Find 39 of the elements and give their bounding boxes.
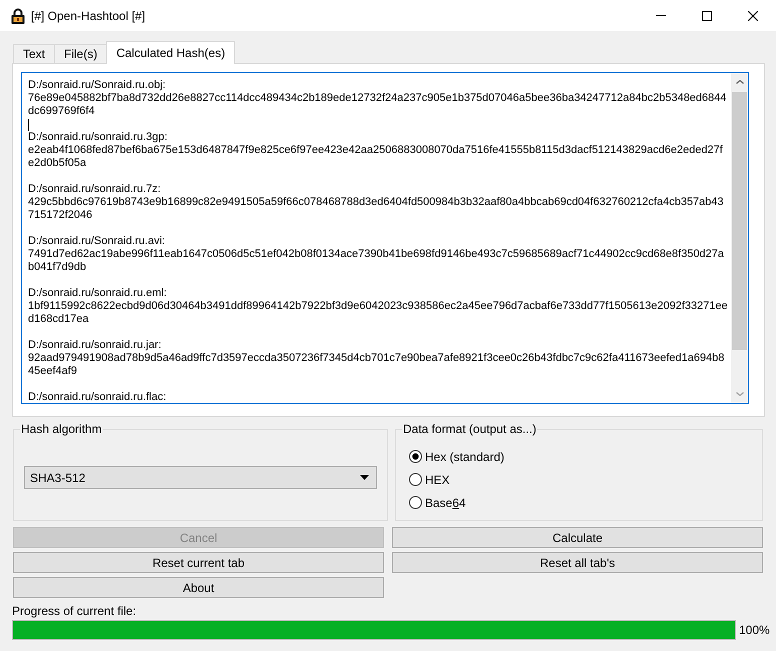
- radio-button[interactable]: [409, 473, 422, 486]
- maximize-icon[interactable]: [702, 10, 712, 20]
- scrollbar-thumb[interactable]: [732, 92, 747, 350]
- hash-value: 92aad979491908ad78b9d5a46ad9ffc7d3597eccda3507236f7345d4cb701c7e90bea7afe8921f3cee0c26b43fdbc7c9c62fa411673eefed1a694b845eef4af9: [28, 352, 726, 378]
- about-button[interactable]: About: [13, 577, 384, 598]
- file-path: D:/sonraid.ru/sonraid.ru.jar:: [28, 339, 162, 352]
- radio-label[interactable]: Hex (standard): [425, 450, 504, 464]
- hash-algorithm-dropdown[interactable]: SHA3-512: [24, 466, 377, 489]
- progress-reading: 100%: [739, 623, 770, 637]
- scroll-up-icon[interactable]: [736, 80, 744, 84]
- hash-value: e2eab4f1068fed87bef6ba675e153d6487847f9e825ce6f97ee423e42aa2506883008070da7516fe41555b8115d3dacf512143829acd6e2eded27fe2d0b5f05a: [28, 144, 724, 170]
- hash-value: 7491d7ed62ac19abe996f11eab1647c0506d5c51ef042b08f0134ace7390b41be698fd9146be493c7c59685689acf71c44902cc9cd68e8f350d27ab041f7d9db: [28, 248, 725, 274]
- window-title: [#] Open-Hashtool [#]: [31, 8, 146, 22]
- calculate-button[interactable]: Calculate: [392, 527, 763, 548]
- file-path: D:/sonraid.ru/sonraid.ru.flac:: [28, 391, 168, 403]
- reset-all-button[interactable]: Reset all tab's: [392, 552, 763, 573]
- scrollbar[interactable]: [731, 73, 748, 403]
- padlock-icon: [10, 8, 26, 24]
- hash-value: 429c5bbd6c97619b8743e9b16899c82e9491505a59f66c078468788d3ed6404fd500984b3b32aaf80a4bbcab69cd04f632760212cfa4cb357ab43715172f2046: [28, 196, 725, 222]
- group-title: Hash algorithm: [20, 422, 103, 436]
- file-path: D:/sonraid.ru/sonraid.ru.3gp:: [28, 131, 168, 144]
- close-icon[interactable]: [748, 10, 758, 20]
- file-path: D:/sonraid.ru/Sonraid.ru.obj:: [28, 79, 167, 92]
- hash-value: 1bf9115992c8622ecbd9d06d30464b3491ddf89964142b7922bf3d9e6042023c938586ec2a45ee796d7acbaf6e733dd77f1505613e2092f33271eed168cd17ea: [28, 300, 728, 326]
- radio-label[interactable]: HEX: [425, 472, 450, 486]
- file-path: D:/sonraid.ru/Sonraid.ru.avi:: [28, 235, 166, 248]
- progress-label: Progress of current file:: [12, 604, 138, 618]
- reset-tab-button[interactable]: Reset current tab: [13, 552, 384, 573]
- file-path: D:/sonraid.ru/sonraid.ru.7z:: [28, 183, 162, 196]
- radio-button[interactable]: [409, 450, 422, 463]
- group-title: Data format (output as...): [402, 422, 538, 436]
- file-path: D:/sonraid.ru/sonraid.ru.eml:: [28, 287, 168, 300]
- hash-value: 76e89e045882bf7ba8d732dd26e8827cc114dcc489434c2b189ede12732f24a237c905e1b375d07046a5bee36ba34247712a84bc2b5348ed6844dc699769f6f4: [28, 92, 728, 118]
- caret-icon: [360, 475, 369, 480]
- tab[interactable]: Calculated Hash(es): [106, 41, 236, 64]
- radio-button[interactable]: [409, 496, 422, 509]
- tab[interactable]: File(s): [54, 44, 108, 63]
- tab[interactable]: Text: [13, 44, 56, 63]
- radio-label[interactable]: Base64: [425, 496, 466, 510]
